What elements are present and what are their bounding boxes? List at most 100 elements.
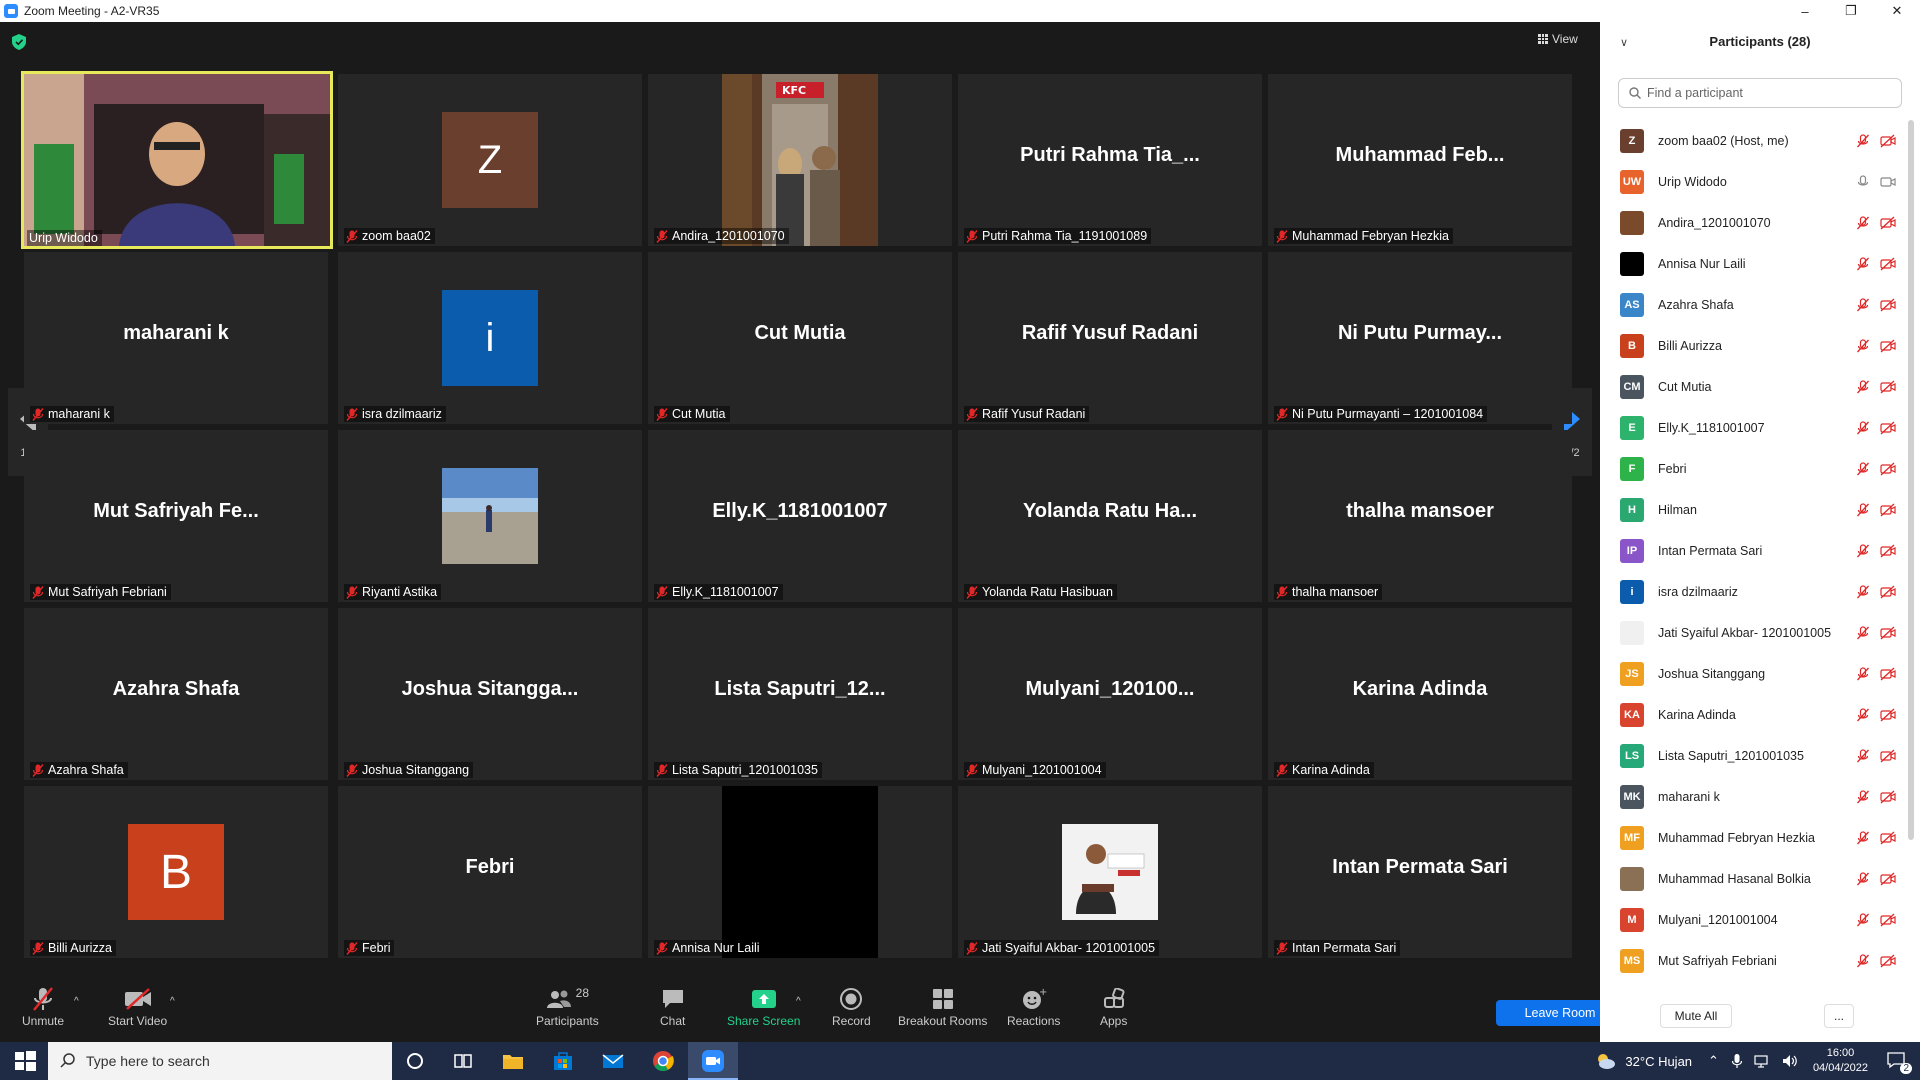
participant-row[interactable]: E Elly.K_1181001007 xyxy=(1600,407,1900,448)
microphone-muted-icon[interactable] xyxy=(1856,420,1870,435)
participant-row[interactable]: KA Karina Adinda xyxy=(1600,694,1900,735)
audio-options-caret-icon[interactable]: ^ xyxy=(74,996,79,1007)
microphone-muted-icon[interactable] xyxy=(1856,871,1870,886)
reactions-button[interactable]: + Reactions xyxy=(1007,984,1060,1028)
video-off-icon[interactable] xyxy=(1880,380,1896,394)
participant-row[interactable]: UW Urip Widodo xyxy=(1600,161,1900,202)
weather-text[interactable]: 32°C Hujan xyxy=(1625,1054,1692,1069)
windows-start-icon[interactable] xyxy=(12,1048,38,1074)
video-tile[interactable]: maharani k maharani k xyxy=(24,252,328,424)
microphone-muted-icon[interactable] xyxy=(1856,912,1870,927)
video-tile[interactable]: Mulyani_120100... Mulyani_1201001004 xyxy=(958,608,1262,780)
close-button[interactable]: ✕ xyxy=(1874,0,1920,22)
weather-cloud-icon[interactable] xyxy=(1595,1051,1617,1071)
video-tile[interactable]: Yolanda Ratu Ha... Yolanda Ratu Hasibuan xyxy=(958,430,1262,602)
microphone-muted-icon[interactable] xyxy=(1856,338,1870,353)
video-tile[interactable]: KFC Andira_1201001070 xyxy=(648,74,952,246)
breakout-rooms-button[interactable]: Breakout Rooms xyxy=(898,984,987,1028)
video-tile[interactable]: Joshua Sitangga... Joshua Sitanggang xyxy=(338,608,642,780)
apps-button[interactable]: Apps xyxy=(1100,984,1127,1028)
video-off-icon[interactable] xyxy=(1880,257,1896,271)
microphone-muted-icon[interactable] xyxy=(1856,707,1870,722)
participant-row[interactable]: JS Joshua Sitanggang xyxy=(1600,653,1900,694)
video-tile[interactable]: Riyanti Astika xyxy=(338,430,642,602)
more-options-button[interactable]: ... xyxy=(1824,1004,1854,1028)
video-off-icon[interactable] xyxy=(1880,462,1896,476)
video-off-icon[interactable] xyxy=(1880,339,1896,353)
tray-microphone-icon[interactable] xyxy=(1731,1053,1743,1069)
video-tile[interactable]: Mut Safriyah Fe... Mut Safriyah Febriani xyxy=(24,430,328,602)
microphone-muted-icon[interactable] xyxy=(1856,133,1870,148)
notification-center-button[interactable]: 2 xyxy=(1886,1051,1912,1074)
video-tile[interactable]: Ni Putu Purmay... Ni Putu Purmayanti – 12… xyxy=(1268,252,1572,424)
participants-button[interactable]: 28 Participants xyxy=(536,984,599,1028)
mute-all-button[interactable]: Mute All xyxy=(1660,1004,1732,1028)
video-tile[interactable]: Annisa Nur Laili xyxy=(648,786,952,958)
unmute-button[interactable]: Unmute xyxy=(22,984,64,1028)
video-tile[interactable]: Lista Saputri_12... Lista Saputri_1201001… xyxy=(648,608,952,780)
video-tile[interactable]: Azahra Shafa Azahra Shafa xyxy=(24,608,328,780)
microphone-icon[interactable] xyxy=(1856,174,1870,189)
video-tile[interactable]: Intan Permata Sari Intan Permata Sari xyxy=(1268,786,1572,958)
video-tile[interactable]: i isra dzilmaariz xyxy=(338,252,642,424)
taskbar-search-box[interactable]: Type here to search xyxy=(48,1042,392,1080)
video-tile[interactable]: Putri Rahma Tia_... Putri Rahma Tia_11910… xyxy=(958,74,1262,246)
cortana-circle-icon[interactable] xyxy=(402,1048,428,1074)
video-tile[interactable]: B Billi Aurizza xyxy=(24,786,328,958)
microphone-muted-icon[interactable] xyxy=(1856,256,1870,271)
share-screen-button[interactable]: Share Screen xyxy=(727,984,800,1028)
participant-row[interactable]: H Hilman xyxy=(1600,489,1900,530)
microphone-muted-icon[interactable] xyxy=(1856,584,1870,599)
video-off-icon[interactable] xyxy=(1880,708,1896,722)
participant-row[interactable]: i isra dzilmaariz xyxy=(1600,571,1900,612)
video-options-caret-icon[interactable]: ^ xyxy=(170,996,175,1007)
video-tile[interactable]: thalha mansoer thalha mansoer xyxy=(1268,430,1572,602)
video-tile[interactable]: Elly.K_1181001007 Elly.K_1181001007 xyxy=(648,430,952,602)
microphone-muted-icon[interactable] xyxy=(1856,215,1870,230)
participant-row[interactable]: F Febri xyxy=(1600,448,1900,489)
video-tile[interactable]: Karina Adinda Karina Adinda xyxy=(1268,608,1572,780)
microsoft-store-icon[interactable] xyxy=(550,1048,576,1074)
participant-row[interactable]: LS Lista Saputri_1201001035 xyxy=(1600,735,1900,776)
participant-row[interactable]: CM Cut Mutia xyxy=(1600,366,1900,407)
video-off-icon[interactable] xyxy=(1880,954,1896,968)
microphone-muted-icon[interactable] xyxy=(1856,953,1870,968)
start-video-button[interactable]: Start Video xyxy=(108,984,167,1028)
participant-row[interactable]: Zzoom baa02 (Host, me) xyxy=(1600,120,1900,161)
video-tile[interactable]: Urip Widodo xyxy=(21,71,333,249)
minimize-button[interactable]: – xyxy=(1782,0,1828,22)
zoom-taskbar-button[interactable] xyxy=(688,1042,738,1080)
video-off-icon[interactable] xyxy=(1880,134,1896,148)
microphone-muted-icon[interactable] xyxy=(1856,666,1870,681)
tray-overflow-chevron-icon[interactable]: ⌃ xyxy=(1708,1053,1719,1069)
video-tile[interactable]: Zzoom baa02 xyxy=(338,74,642,246)
video-off-icon[interactable] xyxy=(1880,667,1896,681)
video-tile[interactable]: Cut Mutia Cut Mutia xyxy=(648,252,952,424)
video-off-icon[interactable] xyxy=(1880,298,1896,312)
task-view-icon[interactable] xyxy=(450,1048,476,1074)
microphone-muted-icon[interactable] xyxy=(1856,461,1870,476)
video-off-icon[interactable] xyxy=(1880,872,1896,886)
volume-icon[interactable] xyxy=(1781,1053,1799,1069)
microphone-muted-icon[interactable] xyxy=(1856,789,1870,804)
video-off-icon[interactable] xyxy=(1880,216,1896,230)
chat-button[interactable]: Chat xyxy=(660,984,685,1028)
participant-row[interactable]: AS Azahra Shafa xyxy=(1600,284,1900,325)
video-off-icon[interactable] xyxy=(1880,544,1896,558)
participant-row[interactable]: Andira_1201001070 xyxy=(1600,202,1900,243)
video-icon[interactable] xyxy=(1880,175,1896,189)
encryption-shield-icon[interactable] xyxy=(12,34,26,50)
video-tile[interactable]: Muhammad Feb... Muhammad Febryan Hezkia xyxy=(1268,74,1572,246)
chrome-icon[interactable] xyxy=(650,1048,676,1074)
participant-row[interactable]: Muhammad Hasanal Bolkia xyxy=(1600,858,1900,899)
participant-row[interactable]: MK maharani k xyxy=(1600,776,1900,817)
participant-list-scrollbar[interactable] xyxy=(1908,120,1914,840)
network-icon[interactable] xyxy=(1753,1053,1771,1069)
participant-row[interactable]: Jati Syaiful Akbar- 1201001005 xyxy=(1600,612,1900,653)
microphone-muted-icon[interactable] xyxy=(1856,543,1870,558)
video-off-icon[interactable] xyxy=(1880,913,1896,927)
mail-icon[interactable] xyxy=(600,1048,626,1074)
microphone-muted-icon[interactable] xyxy=(1856,625,1870,640)
video-tile[interactable]: Febri Febri xyxy=(338,786,642,958)
video-off-icon[interactable] xyxy=(1880,503,1896,517)
